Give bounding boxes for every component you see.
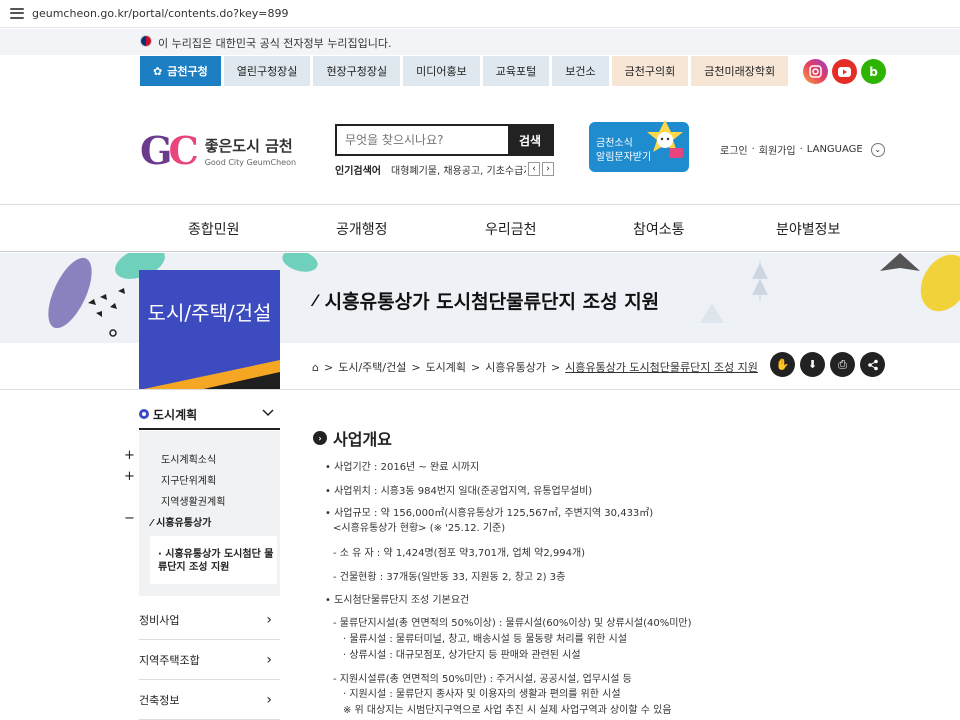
content-line: · 상류시설 : 대규모점포, 상가단지 등 판매와 관련된 시설 — [343, 650, 581, 661]
utility-links: 로그인 · 회원가입 · LANGUAGE ⌄ — [720, 142, 885, 157]
chevron-down-icon[interactable]: ⌄ — [870, 142, 885, 157]
logo-english-name: Good City GeumCheon — [204, 158, 297, 167]
nav-our-geumcheon[interactable]: 우리금천 — [485, 219, 537, 239]
breadcrumb-item[interactable]: 시흥유통상가 — [485, 359, 546, 375]
popular-keywords: 인기검색어 대형폐기물, 채용공고, 기초수급자, 고 ‹ › — [335, 160, 554, 178]
gov-banner: 이 누리집은 대한민국 공식 전자정부 누리집입니다. — [0, 29, 960, 55]
site-logo[interactable]: GC 좋은도시 금천 Good City GeumCheon — [140, 132, 296, 170]
popular-keywords-list[interactable]: 대형폐기물, 채용공고, 기초수급자, 고 — [391, 162, 526, 177]
search-button[interactable]: 검색 — [508, 126, 552, 154]
section-title: 도시/주택/건설 — [147, 301, 272, 325]
content-line: • 사업위치 : 시흥3동 984번지 일대(준공업지역, 유통업무설비) — [325, 486, 593, 497]
content-line: - 소 유 자 : 약 1,424명(점포 약3,701개, 업체 약2,994… — [333, 548, 586, 559]
lnb-item-siheung-market[interactable]: ⁄ 시흥유통상가 — [151, 514, 211, 529]
plus-icon[interactable]: + — [124, 448, 135, 463]
page-tools: ✋ ⬇ ⎙ — [770, 352, 885, 377]
popular-keywords-label: 인기검색어 — [335, 165, 381, 177]
lnb-header[interactable]: 도시계획 — [139, 400, 280, 430]
lnb-item-district-plan[interactable]: 지구단위계획 — [161, 472, 216, 487]
hand-icon[interactable]: ✋ — [770, 352, 795, 377]
content-line: · 물류시설 : 물류터미널, 창고, 배송시설 등 물동량 처리를 위한 시설 — [343, 634, 627, 645]
divider — [0, 389, 960, 390]
lnb-row-building-info[interactable]: 건축정보 › — [139, 680, 280, 720]
mascot-icon — [647, 120, 683, 158]
content-line: <시흥유통상가 현황> (※ '25.12. 기준) — [333, 523, 506, 534]
tab-council[interactable]: 금천구의회 — [611, 56, 689, 86]
nav-civil-service[interactable]: 종합민원 — [188, 219, 240, 239]
download-icon[interactable]: ⬇ — [800, 352, 825, 377]
home-icon[interactable]: ⌂ — [312, 361, 319, 374]
lnb-item-planning-news[interactable]: 도시계획소식 — [161, 451, 216, 466]
chevron-right-icon: › — [266, 651, 272, 668]
share-icon[interactable] — [860, 352, 885, 377]
chevron-right-circle-icon: › — [313, 431, 327, 445]
tab-geumcheon-gucheong[interactable]: ✿ 금천구청 — [140, 56, 221, 86]
tab-open-office[interactable]: 열린구청장실 — [223, 56, 311, 86]
login-link[interactable]: 로그인 — [720, 142, 748, 157]
nav-field-info[interactable]: 분야별정보 — [776, 219, 840, 239]
minus-icon[interactable]: − — [124, 511, 135, 526]
tab-media[interactable]: 미디어홍보 — [403, 56, 480, 86]
content-line: - 물류단지시설(총 연면적의 50%이상) : 물류시설(60%이상) 및 상… — [333, 618, 692, 629]
lnb-sub-item-active[interactable]: · 시흥유통상가 도시첨단 물류단지 조성 지원 — [150, 536, 277, 584]
content-line: • 사업기간 : 2016년 ~ 완료 시까지 — [325, 462, 480, 473]
page-title: ⁄ 시흥유통상가 도시첨단물류단지 조성 지원 — [314, 291, 660, 313]
chevron-right-icon: › — [266, 611, 272, 628]
instagram-icon[interactable] — [803, 59, 828, 84]
content-line: ※ 위 대상지는 시범단지구역으로 사업 추진 시 실제 사업구역과 상이할 수… — [343, 705, 672, 716]
search-input[interactable] — [337, 126, 508, 154]
section-title-box: 도시/주택/건설 — [139, 270, 280, 390]
sms-subscribe-banner[interactable]: 금천소식 알림문자받기 — [589, 120, 689, 172]
korean-flag-icon — [140, 35, 152, 47]
chevron-right-icon: › — [266, 691, 272, 708]
prev-arrow-icon[interactable]: ‹ — [528, 162, 540, 176]
bullet-circle-icon — [139, 409, 149, 419]
nav-participation[interactable]: 참여소통 — [633, 219, 685, 239]
content-line: • 사업규모 : 약 156,000㎡(시흥유통상가 125,567㎡, 주변지… — [325, 508, 654, 519]
url-text: geumcheon.go.kr/portal/contents.do?key=8… — [32, 7, 289, 20]
logo-star-icon: ✿ — [153, 64, 163, 78]
plus-icon[interactable]: + — [124, 469, 135, 484]
logo-korean-name: 좋은도시 금천 — [204, 137, 293, 155]
breadcrumb-item[interactable]: 도시/주택/건설 — [338, 359, 406, 375]
site-settings-icon[interactable] — [10, 7, 24, 21]
content-line: - 지원시설류(총 연면적의 50%미만) : 주거시설, 공공시설, 업무시설… — [333, 674, 632, 685]
breadcrumb-item[interactable]: 도시계획 — [426, 359, 466, 375]
content-line: • 도시첨단물류단지 조성 기본요건 — [325, 595, 470, 606]
chevron-down-icon[interactable] — [262, 406, 274, 420]
tab-health-center[interactable]: 보건소 — [552, 56, 609, 86]
content-heading: › 사업개요 — [313, 426, 392, 450]
lnb-item-living-area-plan[interactable]: 지역생활권계획 — [161, 493, 225, 508]
youtube-icon[interactable] — [832, 59, 857, 84]
content-line: - 건물현황 : 37개동(일반동 33, 지원동 2, 창고 2) 3층 — [333, 572, 566, 583]
print-icon[interactable]: ⎙ — [830, 352, 855, 377]
top-site-tabs: ✿ 금천구청 열린구청장실 현장구청장실 미디어홍보 교육포털 보건소 금천구의… — [140, 56, 789, 86]
browser-address-bar[interactable]: geumcheon.go.kr/portal/contents.do?key=8… — [0, 0, 960, 28]
breadcrumb: ⌂ > 도시/주택/건설 > 도시계획 > 시흥유통상가 > 시흥유통상가 도시… — [312, 359, 758, 375]
title-slash-icon: ⁄ — [314, 291, 317, 310]
lnb-row-redevelopment[interactable]: 정비사업 › — [139, 600, 280, 640]
blog-icon[interactable]: b — [861, 59, 886, 84]
nav-open-admin[interactable]: 공개행정 — [336, 219, 388, 239]
tab-scholarship[interactable]: 금천미래장학회 — [691, 56, 789, 86]
language-selector[interactable]: LANGUAGE — [807, 144, 863, 155]
join-link[interactable]: 회원가입 — [759, 142, 796, 157]
logo-mark: GC — [140, 128, 199, 173]
search-box: 검색 — [335, 124, 554, 156]
lnb-row-housing-union[interactable]: 지역주택조합 › — [139, 640, 280, 680]
breadcrumb-current[interactable]: 시흥유통상가 도시첨단물류단지 조성 지원 — [565, 359, 758, 375]
next-arrow-icon[interactable]: › — [542, 162, 554, 176]
tab-field-office[interactable]: 현장구청장실 — [313, 56, 401, 86]
tab-education[interactable]: 교육포털 — [482, 56, 550, 86]
social-links: b — [803, 59, 886, 84]
main-navigation: 종합민원 공개행정 우리금천 참여소통 분야별정보 — [0, 204, 960, 252]
content-line: · 지원시설 : 물류단지 종사자 및 이용자의 생활과 편의를 위한 시설 — [343, 689, 621, 700]
gov-banner-text: 이 누리집은 대한민국 공식 전자정부 누리집입니다. — [158, 37, 392, 50]
